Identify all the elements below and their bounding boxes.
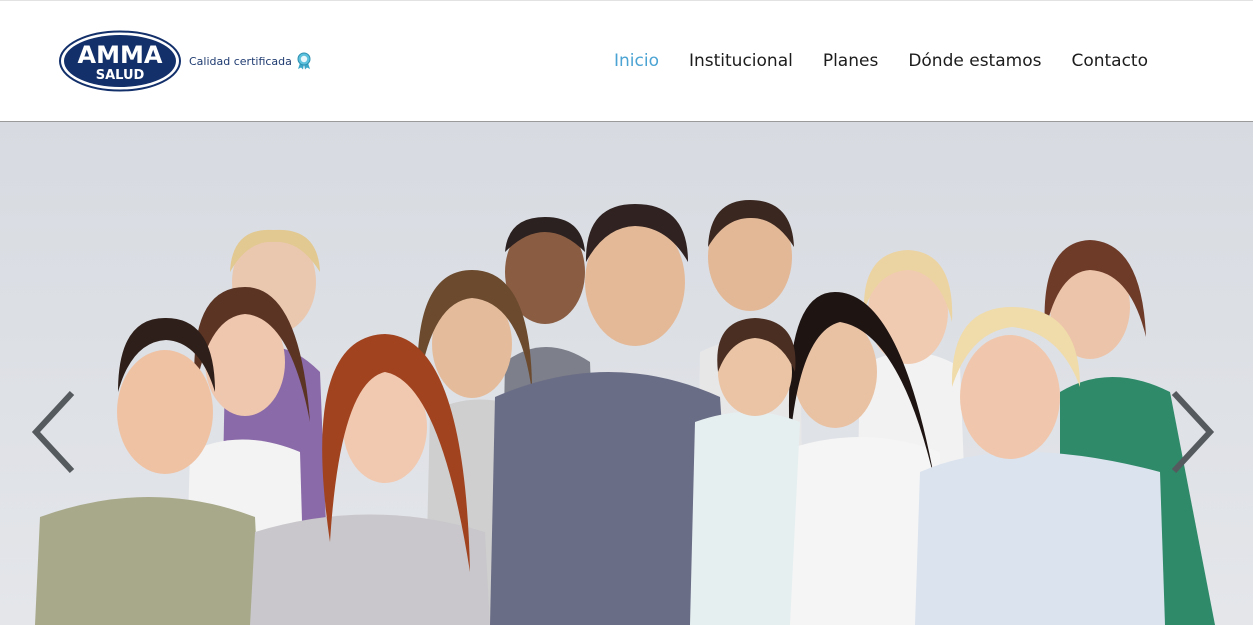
nav-item-planes[interactable]: Planes: [823, 51, 878, 71]
certification: Calidad certificada: [189, 52, 312, 70]
site-header: AMMA SALUD Calidad certificada Inicio In…: [0, 0, 1253, 122]
logo-line1: AMMA: [78, 41, 163, 69]
logo-line2: SALUD: [96, 68, 145, 83]
slider-prev-button[interactable]: [28, 387, 78, 477]
award-ribbon-icon: [297, 52, 311, 70]
amma-salud-logo[interactable]: AMMA SALUD: [58, 30, 182, 92]
certification-text: Calidad certificada: [189, 54, 292, 68]
person-older-woman: [915, 307, 1165, 625]
hero-slider: [0, 122, 1253, 625]
logo-emblem: AMMA SALUD: [59, 30, 181, 92]
nav-item-donde-estamos[interactable]: Dónde estamos: [908, 51, 1041, 71]
main-nav: Inicio Institucional Planes Dónde estamo…: [614, 51, 1148, 71]
slider-next-button[interactable]: [1168, 387, 1218, 477]
group-photo: [35, 200, 1215, 625]
nav-item-institucional[interactable]: Institucional: [689, 51, 793, 71]
chevron-left-icon: [31, 390, 75, 474]
chevron-right-icon: [1171, 390, 1215, 474]
nav-item-contacto[interactable]: Contacto: [1071, 51, 1148, 71]
nav-item-inicio[interactable]: Inicio: [614, 51, 659, 71]
